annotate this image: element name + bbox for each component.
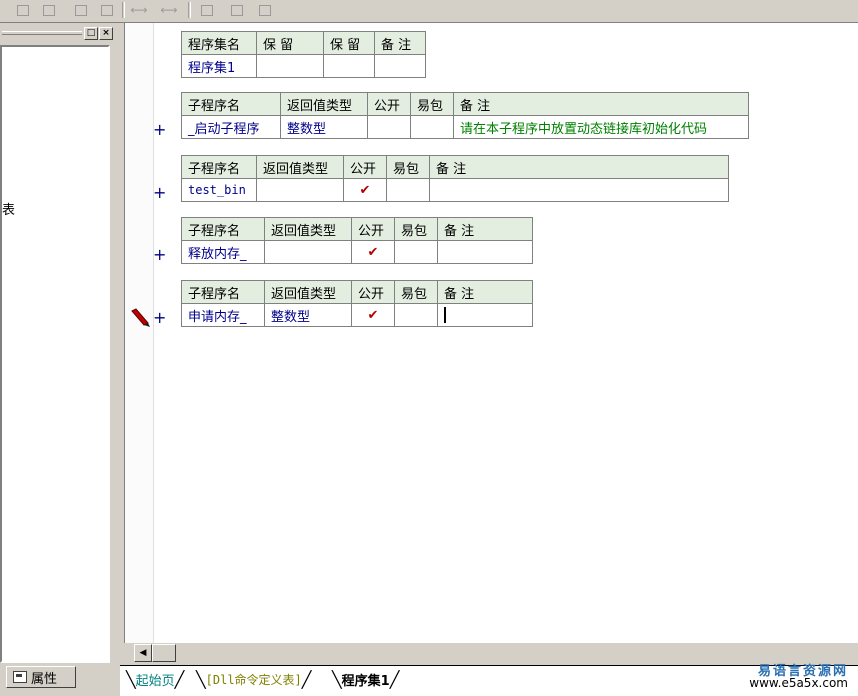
distribute-v-icon[interactable]: ⟷ [160,1,178,19]
tab-start-label: 起始页 [135,673,175,689]
header-note: 备 注 [437,217,533,241]
header-return-type: 返回值类型 [264,217,352,241]
tab-dll-label: [Dll命令定义表] [205,672,302,687]
reserved-cell-1[interactable] [256,54,324,78]
subroutine-table: 子程序名 返回值类型 公开 易包 备 注 申请内存_ 整数型 ✔ [181,280,533,327]
note-cell[interactable]: 请在本子程序中放置动态链接库初始化代码 [453,115,749,139]
align-left-icon[interactable] [14,1,32,19]
subroutine-table: 子程序名 返回值类型 公开 易包 备 注 释放内存_ ✔ [181,217,533,264]
tab-assembly-1[interactable]: ╲ 程序集1 ╱ [332,666,399,692]
watermark-url: www.e5a5x.com [749,676,848,690]
header-note: 备 注 [453,92,749,116]
tab-dll-commands[interactable]: ╲ [Dll命令定义表] ╱ [196,666,311,692]
header-sub-name: 子程序名 [181,280,265,304]
sub-name-cell[interactable]: _启动子程序 [181,115,281,139]
scroll-thumb[interactable] [152,644,176,662]
document-tab-bar: ╲ 起始页 ╱ ╲ [Dll命令定义表] ╱ ╲ 程序集1 ╱ [120,665,858,696]
properties-icon [13,671,27,683]
header-return-type: 返回值类型 [256,155,344,179]
public-check-icon[interactable]: ✔ [343,178,387,202]
left-panel: □ × 表 [0,23,118,663]
easy-pack-cell[interactable] [410,115,454,139]
return-type-cell[interactable] [264,240,352,264]
note-cell[interactable] [429,178,729,202]
assembly-note-cell[interactable] [374,54,426,78]
assembly-table: 程序集名 保 留 保 留 备 注 程序集1 [181,31,426,78]
properties-tab-label: 属性 [31,671,58,687]
text-caret [444,307,446,323]
header-sub-name: 子程序名 [181,92,281,116]
restore-button[interactable]: □ [84,27,98,40]
header-easy-pack: 易包 [410,92,454,116]
reserved-cell-2[interactable] [323,54,375,78]
header-public: 公开 [367,92,411,116]
editor-gutter [125,23,154,643]
header-note: 备 注 [429,155,729,179]
alignment-toolbar: ⟷ ⟷ [0,0,858,23]
horizontal-scrollbar[interactable]: ◀ [124,643,858,663]
return-type-cell[interactable]: 整数型 [264,303,352,327]
tab-start-page[interactable]: ╲ 起始页 ╱ [126,666,184,692]
header-return-type: 返回值类型 [280,92,368,116]
note-cell-active[interactable] [437,303,533,327]
sub-name-cell[interactable]: test_bin [181,178,257,202]
panel-body: 表 [0,45,110,663]
sub-name-cell[interactable]: 申请内存_ [181,303,265,327]
public-cell[interactable] [367,115,411,139]
header-public: 公开 [351,280,395,304]
toolbar-separator [122,2,125,18]
public-check-icon[interactable]: ✔ [351,303,395,327]
public-check-icon[interactable]: ✔ [351,240,395,264]
easy-pack-cell[interactable] [386,178,430,202]
toolbar-separator [188,2,191,18]
scroll-left-arrow-icon[interactable]: ◀ [134,644,152,662]
header-easy-pack: 易包 [394,217,438,241]
header-sub-name: 子程序名 [181,155,257,179]
expand-button[interactable]: + [153,245,166,264]
panel-grip[interactable] [2,31,82,35]
header-sub-name: 子程序名 [181,217,265,241]
close-panel-button[interactable]: × [99,27,113,40]
easy-pack-cell[interactable] [394,240,438,264]
subroutine-table: 子程序名 返回值类型 公开 易包 备 注 test_bin ✔ [181,155,729,202]
align-middle-icon[interactable] [98,1,116,19]
return-type-cell[interactable] [256,178,344,202]
header-assembly-name: 程序集名 [181,31,257,55]
header-easy-pack: 易包 [394,280,438,304]
same-width-icon[interactable] [198,1,216,19]
truncated-tree-label[interactable]: 表 [2,199,15,218]
header-public: 公开 [351,217,395,241]
expand-button[interactable]: + [153,183,166,202]
header-return-type: 返回值类型 [264,280,352,304]
note-cell[interactable] [437,240,533,264]
return-type-cell[interactable]: 整数型 [280,115,368,139]
align-center-icon[interactable] [40,1,58,19]
header-public: 公开 [343,155,387,179]
edit-pencil-icon [131,308,150,327]
assembly-name-cell[interactable]: 程序集1 [181,54,257,78]
subroutine-table: 子程序名 返回值类型 公开 易包 备 注 _启动子程序 整数型 请在本子程序中放… [181,92,749,139]
tab-active-label: 程序集1 [341,673,390,689]
sub-name-cell[interactable]: 释放内存_ [181,240,265,264]
same-height-icon[interactable] [228,1,246,19]
align-top-icon[interactable] [72,1,90,19]
header-reserved-2: 保 留 [323,31,375,55]
easy-pack-cell[interactable] [394,303,438,327]
header-easy-pack: 易包 [386,155,430,179]
expand-button[interactable]: + [153,308,166,327]
properties-tab[interactable]: 属性 [6,666,76,688]
header-reserved-1: 保 留 [256,31,324,55]
header-note: 备 注 [437,280,533,304]
same-size-icon[interactable] [256,1,274,19]
panel-header: □ × [0,25,116,41]
distribute-h-icon[interactable]: ⟷ [130,1,148,19]
expand-button[interactable]: + [153,120,166,139]
header-note: 备 注 [374,31,426,55]
